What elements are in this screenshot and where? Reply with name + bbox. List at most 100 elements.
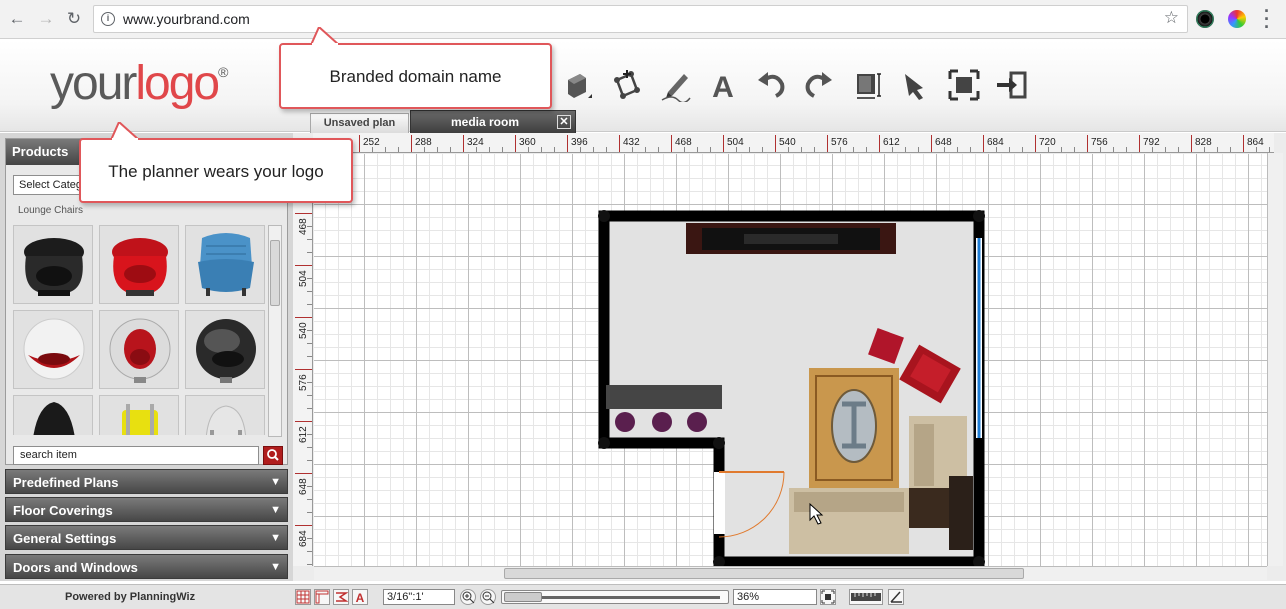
- chevron-down-icon: ▼: [270, 504, 281, 516]
- accordion-label: Doors and Windows: [13, 560, 138, 575]
- accordion-doors-and-windows[interactable]: Doors and Windows ▼: [5, 554, 288, 579]
- callout-logo-text: The planner wears your logo: [108, 162, 324, 181]
- ruler-left-label: 684: [298, 530, 309, 547]
- angle-tool-icon[interactable]: [888, 589, 904, 605]
- ruler-top-label: 540: [779, 137, 796, 148]
- bookmark-star-icon[interactable]: ☆: [1164, 8, 1179, 28]
- callout-branded-domain: Branded domain name: [279, 27, 552, 109]
- ruler-left-label: 540: [298, 322, 309, 339]
- edit-points-icon[interactable]: [609, 68, 643, 102]
- tab-media-room-label: media room: [451, 115, 520, 129]
- category-label: Lounge Chairs: [18, 205, 84, 216]
- ruler-top-label: 468: [675, 137, 692, 148]
- black-lounge-chair-icon: [24, 238, 84, 296]
- select-arrow-icon[interactable]: [899, 68, 933, 102]
- back-arrow-icon[interactable]: ←: [6, 8, 28, 30]
- ruler-top-label: 288: [415, 137, 432, 148]
- search-input[interactable]: search item: [13, 446, 259, 465]
- callout-pointer: [311, 27, 339, 45]
- black-bubble-chair-icon: [196, 319, 256, 383]
- callout-domain-text: Branded domain name: [329, 67, 502, 86]
- tab-unsaved-plan[interactable]: Unsaved plan: [310, 113, 409, 133]
- text-tool-icon[interactable]: A: [706, 68, 740, 102]
- canvas-vertical-scrollbar[interactable]: [1267, 153, 1283, 566]
- fullscreen-icon[interactable]: [947, 68, 981, 102]
- product-black-shell-chair[interactable]: [13, 395, 93, 435]
- side-table: [949, 476, 973, 550]
- scale-select[interactable]: 3/16":1': [383, 589, 455, 605]
- plan-grid[interactable]: [314, 154, 1274, 566]
- reload-icon[interactable]: ↻: [63, 8, 85, 30]
- redo-icon[interactable]: [802, 68, 836, 102]
- ruler-toggle-icon[interactable]: [314, 589, 330, 605]
- product-scrollbar[interactable]: [268, 225, 282, 437]
- extension-color-icon[interactable]: [1228, 10, 1246, 28]
- accordion-floor-coverings[interactable]: Floor Coverings ▼: [5, 497, 288, 522]
- chevron-down-icon: ▼: [270, 561, 281, 573]
- ruler-top-label: 360: [519, 137, 536, 148]
- labels-icon[interactable]: A: [352, 589, 368, 605]
- accordion-label: Floor Coverings: [13, 503, 113, 518]
- ruler-top-label: 324: [467, 137, 484, 148]
- forward-arrow-icon[interactable]: →: [35, 8, 57, 30]
- close-tab-icon[interactable]: ✕: [557, 115, 571, 129]
- red-bubble-chair-icon: [109, 318, 171, 383]
- browser-toolbar: ← → ↻ i www.yourbrand.com ☆ · · ·: [0, 0, 1286, 39]
- info-icon[interactable]: i: [101, 12, 115, 26]
- black-shell-chair-icon: [33, 402, 75, 435]
- canvas-scrollbar-thumb[interactable]: [504, 568, 1024, 579]
- undo-icon[interactable]: [754, 68, 788, 102]
- ruler-left: 468 504 540 576 612 648 684: [293, 153, 313, 566]
- product-white-chair[interactable]: [185, 395, 265, 435]
- bar-stool: [687, 412, 707, 432]
- zoom-slider[interactable]: [501, 590, 729, 604]
- callout-logo: The planner wears your logo: [79, 122, 353, 203]
- product-red-chair[interactable]: [99, 225, 179, 304]
- product-scrollbar-thumb[interactable]: [270, 240, 280, 306]
- draw-wall-icon[interactable]: [560, 68, 594, 102]
- powered-by-label: Powered by PlanningWiz: [65, 591, 196, 603]
- accordion-general-settings[interactable]: General Settings ▼: [5, 525, 288, 550]
- zoom-select[interactable]: 36%: [733, 589, 817, 605]
- white-chair-icon: [205, 405, 247, 435]
- address-bar[interactable]: i www.yourbrand.com ☆: [93, 5, 1188, 33]
- search-icon: [267, 449, 279, 461]
- accordion-label: Predefined Plans: [13, 475, 119, 490]
- grid-toggle-icon[interactable]: [295, 589, 311, 605]
- ruler-left-label: 576: [298, 374, 309, 391]
- ruler-tool-icon[interactable]: [849, 589, 883, 605]
- dimension-icon[interactable]: [851, 68, 885, 102]
- zoom-in-icon[interactable]: [460, 589, 476, 605]
- pencil-icon[interactable]: [658, 68, 692, 102]
- measurement-icon[interactable]: [333, 589, 349, 605]
- logo-logo: logo: [135, 57, 220, 110]
- product-black-bubble-chair[interactable]: [185, 310, 265, 389]
- address-url[interactable]: www.yourbrand.com: [123, 11, 250, 27]
- search-button[interactable]: [263, 446, 283, 465]
- plan-canvas-area: 252 288 324 360 396 432 468 504 540 576 612 648 684 7…: [293, 133, 1286, 581]
- tab-media-room[interactable]: media room ✕: [410, 110, 576, 133]
- product-white-egg-chair[interactable]: [13, 310, 93, 389]
- extension-camera-icon[interactable]: [1196, 10, 1214, 28]
- chevron-down-icon: ▼: [270, 476, 281, 488]
- canvas-horizontal-scrollbar[interactable]: [314, 566, 1267, 580]
- product-black-chair[interactable]: [13, 225, 93, 304]
- accordion-predefined-plans[interactable]: Predefined Plans ▼: [5, 469, 288, 494]
- export-icon[interactable]: [995, 68, 1029, 102]
- product-yellow-chair[interactable]: [99, 395, 179, 435]
- product-red-bubble-chair[interactable]: [99, 310, 179, 389]
- ruler-top-label: 648: [935, 137, 952, 148]
- red-lounge-chair-icon: [112, 238, 168, 296]
- product-blue-chair[interactable]: [185, 225, 265, 304]
- ruler-top-label: 864: [1247, 137, 1264, 148]
- fit-to-screen-icon[interactable]: [820, 589, 836, 605]
- floor-plan: [598, 210, 985, 566]
- ruler-top-label: 576: [831, 137, 848, 148]
- zoom-out-icon[interactable]: [480, 589, 496, 605]
- zoom-slider-thumb[interactable]: [504, 592, 542, 602]
- browser-menu-icon[interactable]: · · ·: [1262, 2, 1272, 36]
- ruler-left-label: 468: [298, 218, 309, 235]
- blue-lounge-chair-icon: [198, 233, 254, 296]
- bar-stool: [652, 412, 672, 432]
- svg-text:A: A: [356, 591, 365, 604]
